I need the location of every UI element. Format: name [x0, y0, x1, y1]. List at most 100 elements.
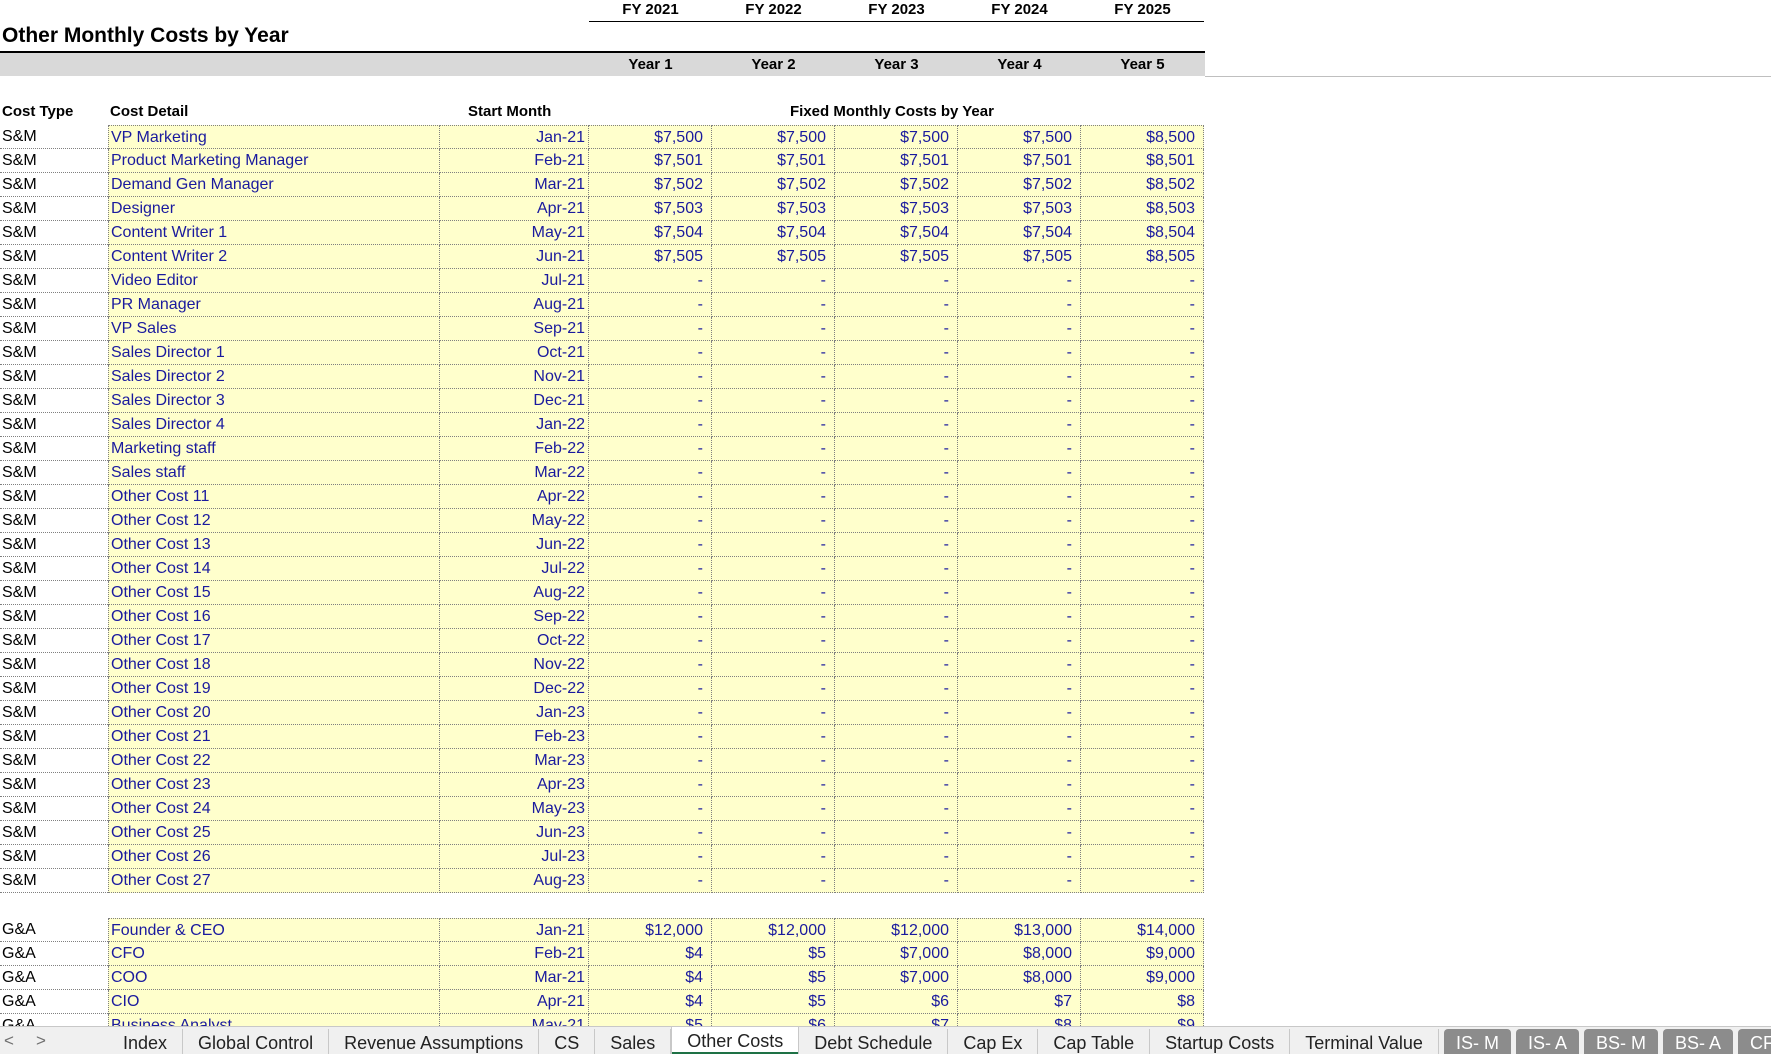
monthly-cost-cell[interactable]: $8,500 — [1081, 125, 1204, 149]
start-month-cell[interactable]: Aug-21 — [440, 293, 589, 317]
start-month-cell[interactable]: Apr-23 — [440, 773, 589, 797]
monthly-cost-cell[interactable]: - — [958, 461, 1081, 485]
start-month-cell[interactable]: Sep-21 — [440, 317, 589, 341]
cost-detail-cell[interactable]: Video Editor — [108, 269, 440, 293]
cost-type-cell[interactable]: S&M — [0, 653, 108, 677]
monthly-cost-cell[interactable]: - — [835, 389, 958, 413]
cost-type-cell[interactable]: S&M — [0, 317, 108, 341]
monthly-cost-cell[interactable]: - — [1081, 773, 1204, 797]
monthly-cost-cell[interactable]: - — [589, 485, 712, 509]
monthly-cost-cell[interactable]: $5 — [712, 942, 835, 966]
monthly-cost-cell[interactable]: - — [958, 509, 1081, 533]
monthly-cost-cell[interactable]: - — [712, 581, 835, 605]
cost-type-cell[interactable]: S&M — [0, 773, 108, 797]
monthly-cost-cell[interactable]: - — [589, 341, 712, 365]
tab-sheet[interactable]: Startup Costs — [1150, 1029, 1291, 1054]
monthly-cost-cell[interactable]: $6 — [835, 990, 958, 1014]
cost-type-cell[interactable]: S&M — [0, 365, 108, 389]
cost-detail-cell[interactable]: Sales staff — [108, 461, 440, 485]
cost-detail-cell[interactable]: Business Analyst — [108, 1014, 440, 1026]
monthly-cost-cell[interactable]: $7,503 — [589, 197, 712, 221]
cost-detail-cell[interactable]: Other Cost 12 — [108, 509, 440, 533]
cost-detail-cell[interactable]: Other Cost 20 — [108, 701, 440, 725]
monthly-cost-cell[interactable]: - — [835, 677, 958, 701]
cost-type-cell[interactable]: S&M — [0, 725, 108, 749]
monthly-cost-cell[interactable]: - — [958, 293, 1081, 317]
monthly-cost-cell[interactable]: - — [589, 797, 712, 821]
start-month-cell[interactable]: Dec-22 — [440, 677, 589, 701]
start-month-cell[interactable]: Feb-22 — [440, 437, 589, 461]
monthly-cost-cell[interactable]: - — [1081, 821, 1204, 845]
monthly-cost-cell[interactable]: - — [835, 293, 958, 317]
monthly-cost-cell[interactable]: - — [958, 869, 1081, 893]
cost-detail-cell[interactable]: Sales Director 2 — [108, 365, 440, 389]
monthly-cost-cell[interactable]: - — [712, 533, 835, 557]
start-month-cell[interactable]: Mar-22 — [440, 461, 589, 485]
monthly-cost-cell[interactable]: $12,000 — [589, 918, 712, 942]
monthly-cost-cell[interactable]: - — [712, 269, 835, 293]
monthly-cost-cell[interactable]: $7,503 — [958, 197, 1081, 221]
monthly-cost-cell[interactable]: - — [835, 365, 958, 389]
start-month-cell[interactable]: Nov-22 — [440, 653, 589, 677]
cost-type-cell[interactable]: S&M — [0, 461, 108, 485]
monthly-cost-cell[interactable]: $7,505 — [589, 245, 712, 269]
monthly-cost-cell[interactable]: $12,000 — [712, 918, 835, 942]
start-month-cell[interactable]: Jan-22 — [440, 413, 589, 437]
start-month-cell[interactable]: Apr-22 — [440, 485, 589, 509]
cost-type-cell[interactable]: S&M — [0, 581, 108, 605]
monthly-cost-cell[interactable]: - — [712, 341, 835, 365]
monthly-cost-cell[interactable]: - — [958, 389, 1081, 413]
monthly-cost-cell[interactable]: $8,504 — [1081, 221, 1204, 245]
monthly-cost-cell[interactable]: - — [1081, 653, 1204, 677]
monthly-cost-cell[interactable]: - — [958, 269, 1081, 293]
cost-type-cell[interactable]: S&M — [0, 629, 108, 653]
cost-detail-cell[interactable]: Marketing staff — [108, 437, 440, 461]
monthly-cost-cell[interactable]: - — [835, 317, 958, 341]
cost-type-cell[interactable]: G&A — [0, 1014, 108, 1026]
monthly-cost-cell[interactable]: - — [712, 461, 835, 485]
monthly-cost-cell[interactable]: - — [589, 365, 712, 389]
monthly-cost-cell[interactable]: - — [1081, 749, 1204, 773]
cost-detail-cell[interactable]: Other Cost 19 — [108, 677, 440, 701]
cost-detail-cell[interactable]: Demand Gen Manager — [108, 173, 440, 197]
monthly-cost-cell[interactable]: - — [835, 845, 958, 869]
monthly-cost-cell[interactable]: - — [589, 437, 712, 461]
monthly-cost-cell[interactable]: $14,000 — [1081, 918, 1204, 942]
monthly-cost-cell[interactable]: - — [712, 557, 835, 581]
start-month-cell[interactable]: Jun-23 — [440, 821, 589, 845]
monthly-cost-cell[interactable]: $7,503 — [835, 197, 958, 221]
monthly-cost-cell[interactable]: - — [835, 341, 958, 365]
cost-detail-cell[interactable]: Designer — [108, 197, 440, 221]
start-month-cell[interactable]: Sep-22 — [440, 605, 589, 629]
cost-detail-cell[interactable]: PR Manager — [108, 293, 440, 317]
cost-type-cell[interactable]: S&M — [0, 557, 108, 581]
monthly-cost-cell[interactable]: - — [589, 677, 712, 701]
monthly-cost-cell[interactable]: $4 — [589, 942, 712, 966]
tab-sheet-gray[interactable]: IS- A — [1515, 1029, 1579, 1054]
monthly-cost-cell[interactable]: $7,500 — [589, 125, 712, 149]
tab-sheet[interactable]: Cap Ex — [948, 1029, 1039, 1054]
start-month-cell[interactable]: Dec-21 — [440, 389, 589, 413]
monthly-cost-cell[interactable]: - — [958, 677, 1081, 701]
monthly-cost-cell[interactable]: - — [1081, 269, 1204, 293]
monthly-cost-cell[interactable]: - — [712, 773, 835, 797]
start-month-cell[interactable]: Oct-22 — [440, 629, 589, 653]
start-month-cell[interactable]: Aug-22 — [440, 581, 589, 605]
start-month-cell[interactable]: May-21 — [440, 1014, 589, 1026]
monthly-cost-cell[interactable]: - — [835, 485, 958, 509]
monthly-cost-cell[interactable]: - — [712, 389, 835, 413]
monthly-cost-cell[interactable]: $7 — [835, 1014, 958, 1026]
monthly-cost-cell[interactable]: - — [712, 509, 835, 533]
monthly-cost-cell[interactable]: - — [958, 773, 1081, 797]
start-month-cell[interactable]: Mar-21 — [440, 966, 589, 990]
monthly-cost-cell[interactable]: $4 — [589, 990, 712, 1014]
cost-detail-cell[interactable]: Other Cost 15 — [108, 581, 440, 605]
monthly-cost-cell[interactable]: $5 — [589, 1014, 712, 1026]
monthly-cost-cell[interactable]: $7,505 — [958, 245, 1081, 269]
monthly-cost-cell[interactable]: - — [958, 341, 1081, 365]
cost-type-cell[interactable]: S&M — [0, 173, 108, 197]
cost-detail-cell[interactable]: Content Writer 2 — [108, 245, 440, 269]
monthly-cost-cell[interactable]: - — [835, 869, 958, 893]
monthly-cost-cell[interactable]: - — [1081, 485, 1204, 509]
monthly-cost-cell[interactable]: $7,503 — [712, 197, 835, 221]
